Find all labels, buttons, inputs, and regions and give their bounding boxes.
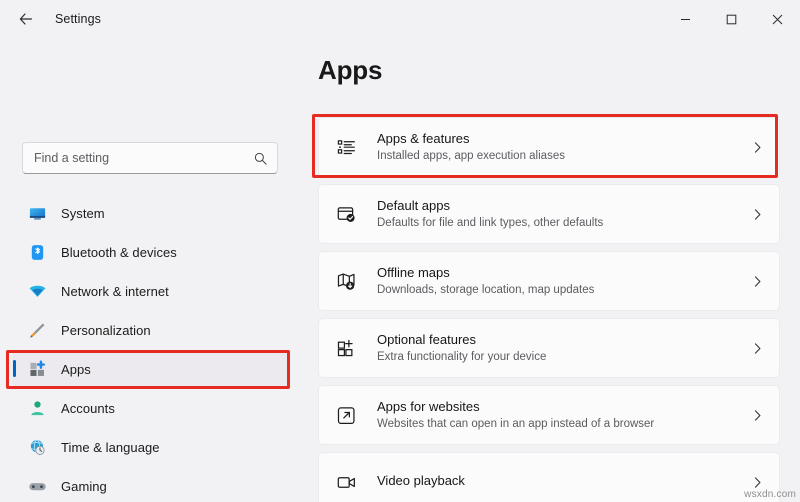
card-subtitle: Extra functionality for your device	[377, 350, 749, 364]
window-controls	[662, 0, 800, 38]
search-box[interactable]	[22, 142, 278, 174]
maximize-button[interactable]	[708, 0, 754, 38]
map-download-icon	[335, 270, 357, 292]
title-bar: Settings	[0, 0, 800, 38]
maximize-icon	[726, 14, 737, 25]
apps-grid-icon	[27, 359, 47, 379]
sidebar-item-system[interactable]: System	[12, 195, 288, 231]
settings-card-list: Apps & features Installed apps, app exec…	[318, 117, 780, 502]
gamepad-icon	[27, 476, 47, 496]
chevron-right-icon[interactable]	[749, 208, 765, 221]
sidebar-item-accounts[interactable]: Accounts	[12, 390, 288, 426]
clock-globe-icon	[27, 437, 47, 457]
card-subtitle: Websites that can open in an app instead…	[377, 417, 749, 431]
sidebar-item-label: Bluetooth & devices	[61, 245, 177, 260]
sidebar-item-personalization[interactable]: Personalization	[12, 312, 288, 348]
sidebar-item-network-internet[interactable]: Network & internet	[12, 273, 288, 309]
card-text: Video playback	[377, 473, 749, 491]
window-check-icon	[335, 203, 357, 225]
video-icon	[335, 471, 357, 493]
card-title: Apps for websites	[377, 399, 749, 415]
card-apps-for-websites[interactable]: Apps for websites Websites that can open…	[318, 385, 780, 445]
card-subtitle: Installed apps, app execution aliases	[377, 149, 749, 163]
card-title: Apps & features	[377, 131, 749, 147]
chevron-right-icon[interactable]	[749, 342, 765, 355]
wifi-icon	[27, 281, 47, 301]
sidebar: System Bluetooth & devices	[0, 38, 300, 502]
chevron-right-icon[interactable]	[749, 409, 765, 422]
sidebar-item-label: Network & internet	[61, 284, 169, 299]
bluetooth-icon	[27, 242, 47, 262]
card-default-apps[interactable]: Default apps Defaults for file and link …	[318, 184, 780, 244]
sidebar-item-apps[interactable]: Apps	[12, 351, 288, 387]
sidebar-item-label: Personalization	[61, 323, 151, 338]
sidebar-item-label: System	[61, 206, 105, 221]
card-text: Offline maps Downloads, storage location…	[377, 265, 749, 297]
selection-indicator	[13, 360, 16, 377]
list-bullets-icon	[335, 136, 357, 158]
back-arrow-icon	[18, 11, 34, 27]
sidebar-item-label: Apps	[61, 362, 91, 377]
sidebar-item-gaming[interactable]: Gaming	[12, 468, 288, 502]
card-video-playback[interactable]: Video playback	[318, 452, 780, 502]
chevron-right-icon[interactable]	[749, 275, 765, 288]
card-offline-maps[interactable]: Offline maps Downloads, storage location…	[318, 251, 780, 311]
card-apps-features[interactable]: Apps & features Installed apps, app exec…	[318, 117, 780, 177]
grid-plus-icon	[335, 337, 357, 359]
monitor-icon	[27, 203, 47, 223]
card-subtitle: Defaults for file and link types, other …	[377, 216, 749, 230]
paintbrush-icon	[27, 320, 47, 340]
close-icon	[772, 14, 783, 25]
search-icon[interactable]	[253, 151, 268, 166]
sidebar-item-time-language[interactable]: Time & language	[12, 429, 288, 465]
sidebar-item-label: Accounts	[61, 401, 115, 416]
card-title: Optional features	[377, 332, 749, 348]
card-text: Apps for websites Websites that can open…	[377, 399, 749, 431]
window-title: Settings	[55, 12, 101, 26]
minimize-icon	[680, 14, 691, 25]
card-text: Apps & features Installed apps, app exec…	[377, 131, 749, 163]
card-optional-features[interactable]: Optional features Extra functionality fo…	[318, 318, 780, 378]
sidebar-item-bluetooth-devices[interactable]: Bluetooth & devices	[12, 234, 288, 270]
watermark: wsxdn.com	[744, 489, 796, 500]
sidebar-item-label: Time & language	[61, 440, 160, 455]
back-button[interactable]	[9, 4, 43, 34]
settings-window: Settings	[0, 0, 800, 502]
card-title: Default apps	[377, 198, 749, 214]
sidebar-nav: System Bluetooth & devices	[0, 195, 300, 502]
card-title: Offline maps	[377, 265, 749, 281]
chevron-right-icon[interactable]	[749, 476, 765, 489]
chevron-right-icon[interactable]	[749, 141, 765, 154]
card-text: Default apps Defaults for file and link …	[377, 198, 749, 230]
search-container	[22, 142, 278, 174]
card-text: Optional features Extra functionality fo…	[377, 332, 749, 364]
page-title: Apps	[318, 55, 382, 86]
search-input[interactable]	[34, 151, 253, 165]
sidebar-item-label: Gaming	[61, 479, 107, 494]
card-title: Video playback	[377, 473, 749, 489]
card-subtitle: Downloads, storage location, map updates	[377, 283, 749, 297]
main-content: Apps Apps & features Installed apps, app…	[300, 38, 800, 502]
close-button[interactable]	[754, 0, 800, 38]
person-icon	[27, 398, 47, 418]
external-link-icon	[335, 404, 357, 426]
minimize-button[interactable]	[662, 0, 708, 38]
